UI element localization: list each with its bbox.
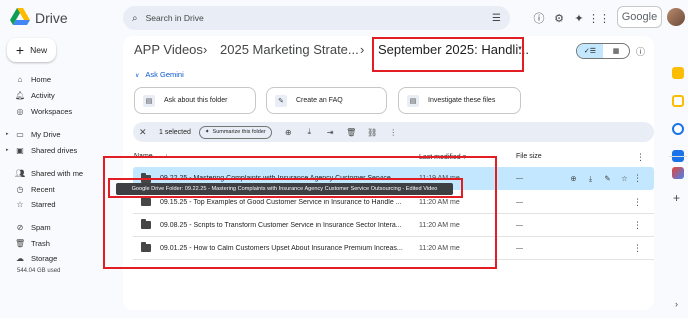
keep-app-icon[interactable] [672,95,684,107]
sidebar-item-trash[interactable]: 🗑︎ Trash [0,236,120,250]
column-header-size[interactable]: File size [516,153,542,160]
selection-toolbar: ✕ 1 selected ✦ Summarize this folder ⊕ ⤓ … [133,122,654,142]
sparkle-icon: ✦ [204,129,210,135]
google-account-label[interactable]: Google [617,6,662,28]
suggestion-investigate-files[interactable]: ▤ Investigate these files [398,87,521,114]
sidebar-item-spam[interactable]: ⊘ Spam [0,220,120,234]
more-vert-icon[interactable]: ⋮ [633,173,642,184]
help-icon[interactable]: ⓘ [529,8,549,28]
annotation-box-tooltip [108,178,463,198]
breadcrumb-separator: › [360,42,365,57]
sidebar-item-starred[interactable]: ☆ Starred [0,197,120,211]
drive-logo-icon [10,8,30,25]
expand-caret-icon[interactable]: ▸ [6,147,9,153]
avatar[interactable] [667,8,685,26]
workspaces-icon: ◎ [16,106,24,116]
divider [669,156,687,157]
more-vert-icon[interactable]: ⋮ [383,128,404,137]
document-icon: ▤ [407,94,419,107]
chevron-right-icon[interactable]: › [675,299,678,309]
my-drive-icon: ▭ [16,129,24,139]
bell-icon: 🔔︎ [15,90,26,100]
sidebar-item-storage[interactable]: ☁ Storage [0,251,120,265]
search-icon[interactable]: ⌕ [132,13,138,24]
info-icon[interactable]: ⓘ [636,45,645,58]
summarize-folder-button[interactable]: ✦ Summarize this folder [198,125,272,139]
ask-gemini-toggle[interactable]: ∨ Ask Gemini [135,70,184,79]
add-icon[interactable]: + [673,191,680,205]
breadcrumb-item-app-videos[interactable]: APP Videos [134,42,203,57]
link-icon[interactable]: ⛓︎ [362,128,383,137]
share-icon[interactable]: ⊕ [278,128,299,137]
home-icon: ⌂ [17,74,23,84]
search-options-icon[interactable]: ☰ [492,13,501,24]
more-vert-icon[interactable]: ⋮ [633,243,642,254]
shared-drives-icon: ▣ [16,145,24,155]
search-bar[interactable]: ⌕ Search in Drive ☰ [123,6,510,30]
suggestion-ask-folder[interactable]: ▤ Ask about this folder [134,87,256,114]
breadcrumb-separator: › [203,42,208,57]
addon-app-icon[interactable] [672,167,684,179]
sidebar-item-recent[interactable]: ◷ Recent [0,182,120,196]
trash-icon[interactable]: 🗑︎ [341,128,362,137]
gemini-sparkle-icon[interactable]: ✦ [569,8,589,28]
cloud-icon: ☁ [16,253,24,263]
expand-caret-icon[interactable]: ▸ [6,131,9,137]
more-vert-icon[interactable]: ⋮ [633,197,642,208]
sidebar-item-workspaces[interactable]: ◎ Workspaces [0,104,120,118]
more-vert-icon[interactable]: ⋮ [636,152,645,163]
new-button-label: New [30,45,48,55]
app-name: Drive [35,10,68,26]
download-icon[interactable]: ⤓ [299,127,320,137]
sidebar-item-shared-drives[interactable]: ▸ ▣ Shared drives [0,143,120,157]
annotation-box-breadcrumb [372,37,524,72]
add-person-icon[interactable]: ⊕ [565,174,582,184]
tasks-app-icon[interactable] [672,123,684,135]
star-icon[interactable]: ☆ [616,174,633,184]
calendar-app-icon[interactable] [672,67,684,79]
close-icon[interactable]: ✕ [139,127,153,138]
star-icon: ☆ [16,199,24,209]
chevron-down-icon: ∨ [135,73,140,79]
annotation-box-file-list [103,156,497,269]
sidebar-item-my-drive[interactable]: ▸ ▭ My Drive [0,127,120,141]
chat-icon: ▤ [143,94,155,107]
selection-count: 1 selected [159,128,191,136]
clock-icon: ◷ [16,184,24,194]
people-icon: 👥︎ [15,168,26,178]
sidebar-item-home[interactable]: ⌂ Home [0,72,120,86]
list-view-icon[interactable]: ✓☰ [577,44,603,58]
sidebar-item-activity[interactable]: 🔔︎ Activity [0,88,120,102]
pen-sparkle-icon: ✎ [275,94,287,107]
rename-icon[interactable]: ✎ [599,174,616,184]
more-vert-icon[interactable]: ⋮ [633,220,642,231]
spam-icon: ⊘ [16,222,24,232]
plus-icon: + [15,42,25,58]
search-input[interactable]: Search in Drive [146,13,492,23]
storage-usage-text: 544.04 GB used [17,268,61,274]
breadcrumb-item-marketing[interactable]: 2025 Marketing Strate... [220,42,359,57]
suggestion-create-faq[interactable]: ✎ Create an FAQ [266,87,387,114]
grid-view-icon[interactable]: ▦ [603,44,629,58]
view-toggle[interactable]: ✓☰ ▦ [576,43,630,59]
move-icon[interactable]: ⇥ [320,128,341,137]
new-button[interactable]: + New [7,38,56,62]
trash-icon: 🗑︎ [15,238,26,248]
apps-grid-icon[interactable]: ⋮⋮ [588,8,610,28]
download-icon[interactable]: ⤓ [582,174,599,184]
settings-gear-icon[interactable]: ⚙ [549,8,569,28]
sidebar-item-shared-with-me[interactable]: 👥︎ Shared with me [0,166,120,180]
